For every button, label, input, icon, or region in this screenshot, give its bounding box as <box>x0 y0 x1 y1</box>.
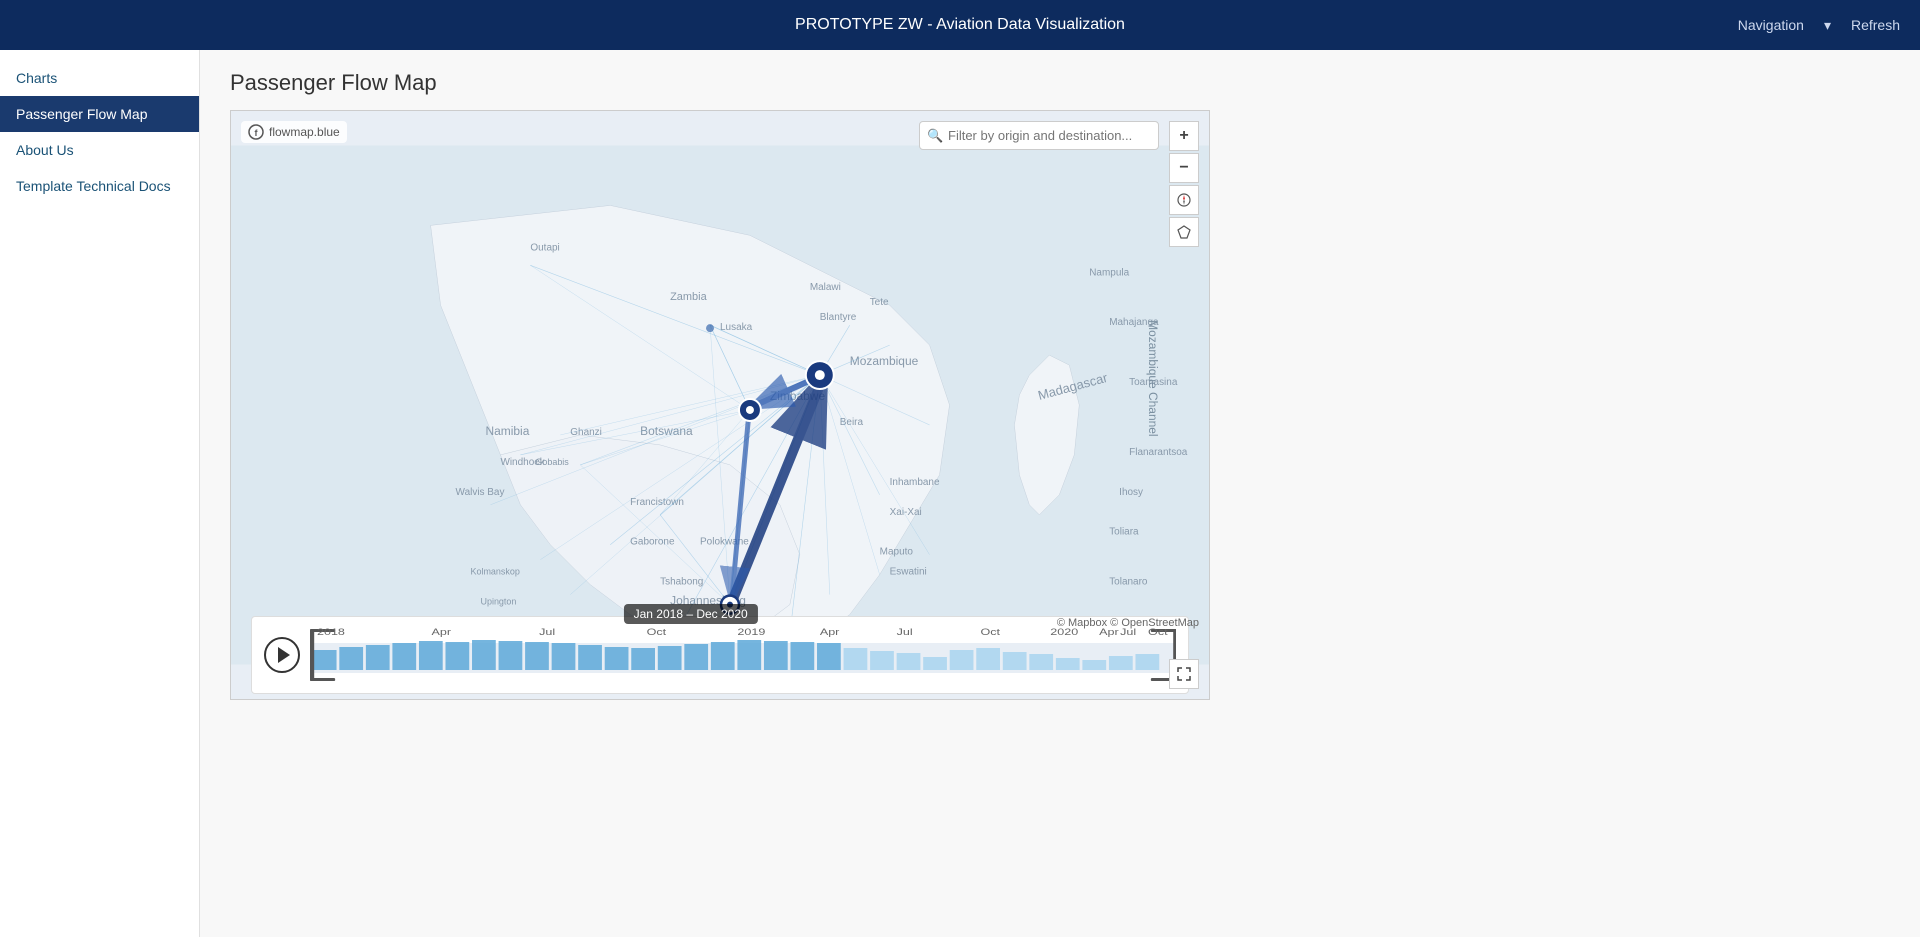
play-icon <box>278 647 290 663</box>
zoom-in-button[interactable]: + <box>1169 121 1199 151</box>
zoom-out-button[interactable]: − <box>1169 153 1199 183</box>
svg-text:Jul: Jul <box>539 628 555 638</box>
svg-text:Oct: Oct <box>980 628 1000 638</box>
svg-text:Zambia: Zambia <box>670 291 707 303</box>
svg-text:Mozambique: Mozambique <box>850 354 919 368</box>
sidebar-item-template-docs[interactable]: Template Technical Docs <box>0 168 199 204</box>
svg-text:Inhambane: Inhambane <box>890 477 940 488</box>
sidebar-item-about-us[interactable]: About Us <box>0 132 199 168</box>
sidebar: Charts Passenger Flow Map About Us Templ… <box>0 50 200 937</box>
svg-text:Upington: Upington <box>480 597 516 607</box>
timeline-area[interactable]: 2018 Apr Jul Oct 2019 Apr Jul Oct 2020 A… <box>310 625 1176 685</box>
svg-text:Toliara: Toliara <box>1109 527 1139 538</box>
main-layout: Charts Passenger Flow Map About Us Templ… <box>0 50 1920 937</box>
map-copyright: © Mapbox © OpenStreetMap <box>1057 617 1199 629</box>
svg-text:Apr: Apr <box>820 628 840 638</box>
app-title: PROTOTYPE ZW - Aviation Data Visualizati… <box>795 16 1125 34</box>
globe-icon <box>1177 225 1191 239</box>
search-icon: 🔍 <box>927 128 943 144</box>
svg-text:Jul: Jul <box>1120 628 1136 638</box>
navigation-menu[interactable]: Navigation <box>1738 17 1804 33</box>
svg-text:2020: 2020 <box>1050 628 1078 638</box>
filter-input-container: 🔍 <box>919 121 1159 150</box>
svg-text:Jul: Jul <box>897 628 913 638</box>
svg-text:Tolanaro: Tolanaro <box>1109 577 1148 588</box>
svg-text:Flanarantsoa: Flanarantsoa <box>1129 447 1188 458</box>
page-title: Passenger Flow Map <box>230 70 1890 96</box>
svg-text:Namibia: Namibia <box>485 424 529 438</box>
svg-text:Kolmanskop: Kolmanskop <box>471 567 520 577</box>
svg-text:Ghanzi: Ghanzi <box>570 427 602 438</box>
map-container: f flowmap.blue 🔍 + − <box>230 110 1210 700</box>
map-controls: + − <box>1169 121 1199 247</box>
svg-text:f: f <box>255 128 259 138</box>
svg-text:Apr: Apr <box>1099 628 1119 638</box>
map-visualization: Zambia Lusaka Malawi Blantyre Tete Mozam… <box>231 111 1209 699</box>
sidebar-item-charts[interactable]: Charts <box>0 60 199 96</box>
header-nav: Navigation ▾ Refresh <box>1738 17 1900 34</box>
svg-text:Ihosy: Ihosy <box>1119 487 1143 498</box>
svg-text:Gaborone: Gaborone <box>630 537 675 548</box>
timeline-chart: 2018 Apr Jul Oct 2019 Apr Jul Oct 2020 A… <box>310 625 1176 685</box>
svg-text:Gobabis: Gobabis <box>535 457 569 467</box>
compass-button[interactable] <box>1169 185 1199 215</box>
svg-text:Tete: Tete <box>870 297 889 308</box>
time-slider-container: 2018 Apr Jul Oct 2019 Apr Jul Oct 2020 A… <box>251 616 1189 694</box>
refresh-button[interactable]: Refresh <box>1851 17 1900 33</box>
fullscreen-button[interactable] <box>1169 659 1199 689</box>
svg-text:Oct: Oct <box>647 628 667 638</box>
compass-icon <box>1177 193 1191 207</box>
svg-text:Eswatini: Eswatini <box>890 567 927 578</box>
svg-text:Tshabong: Tshabong <box>660 577 703 588</box>
sidebar-item-passenger-flow-map[interactable]: Passenger Flow Map <box>0 96 199 132</box>
play-button[interactable] <box>264 637 300 673</box>
svg-text:Nampula: Nampula <box>1089 267 1129 278</box>
main-content: Passenger Flow Map f flowmap.blue 🔍 + − <box>200 50 1920 937</box>
svg-text:Mozambique Channel: Mozambique Channel <box>1146 320 1160 436</box>
svg-text:Apr: Apr <box>432 628 452 638</box>
svg-text:Maputo: Maputo <box>880 547 914 558</box>
flowmap-logo-icon: f <box>248 124 264 140</box>
globe-button[interactable] <box>1169 217 1199 247</box>
app-header: PROTOTYPE ZW - Aviation Data Visualizati… <box>0 0 1920 50</box>
flowmap-watermark: f flowmap.blue <box>241 121 347 143</box>
svg-text:Outapi: Outapi <box>530 242 559 253</box>
fullscreen-icon <box>1176 666 1192 682</box>
nav-dropdown-icon: ▾ <box>1824 17 1831 34</box>
svg-text:Oct: Oct <box>1148 628 1168 638</box>
filter-input[interactable] <box>919 121 1159 150</box>
svg-text:Blantyre: Blantyre <box>820 312 857 323</box>
svg-text:Malawi: Malawi <box>810 282 841 293</box>
svg-text:2018: 2018 <box>317 628 345 638</box>
svg-text:2019: 2019 <box>737 628 765 638</box>
svg-text:Francistown: Francistown <box>630 497 684 508</box>
svg-text:Walvis Bay: Walvis Bay <box>456 487 505 498</box>
